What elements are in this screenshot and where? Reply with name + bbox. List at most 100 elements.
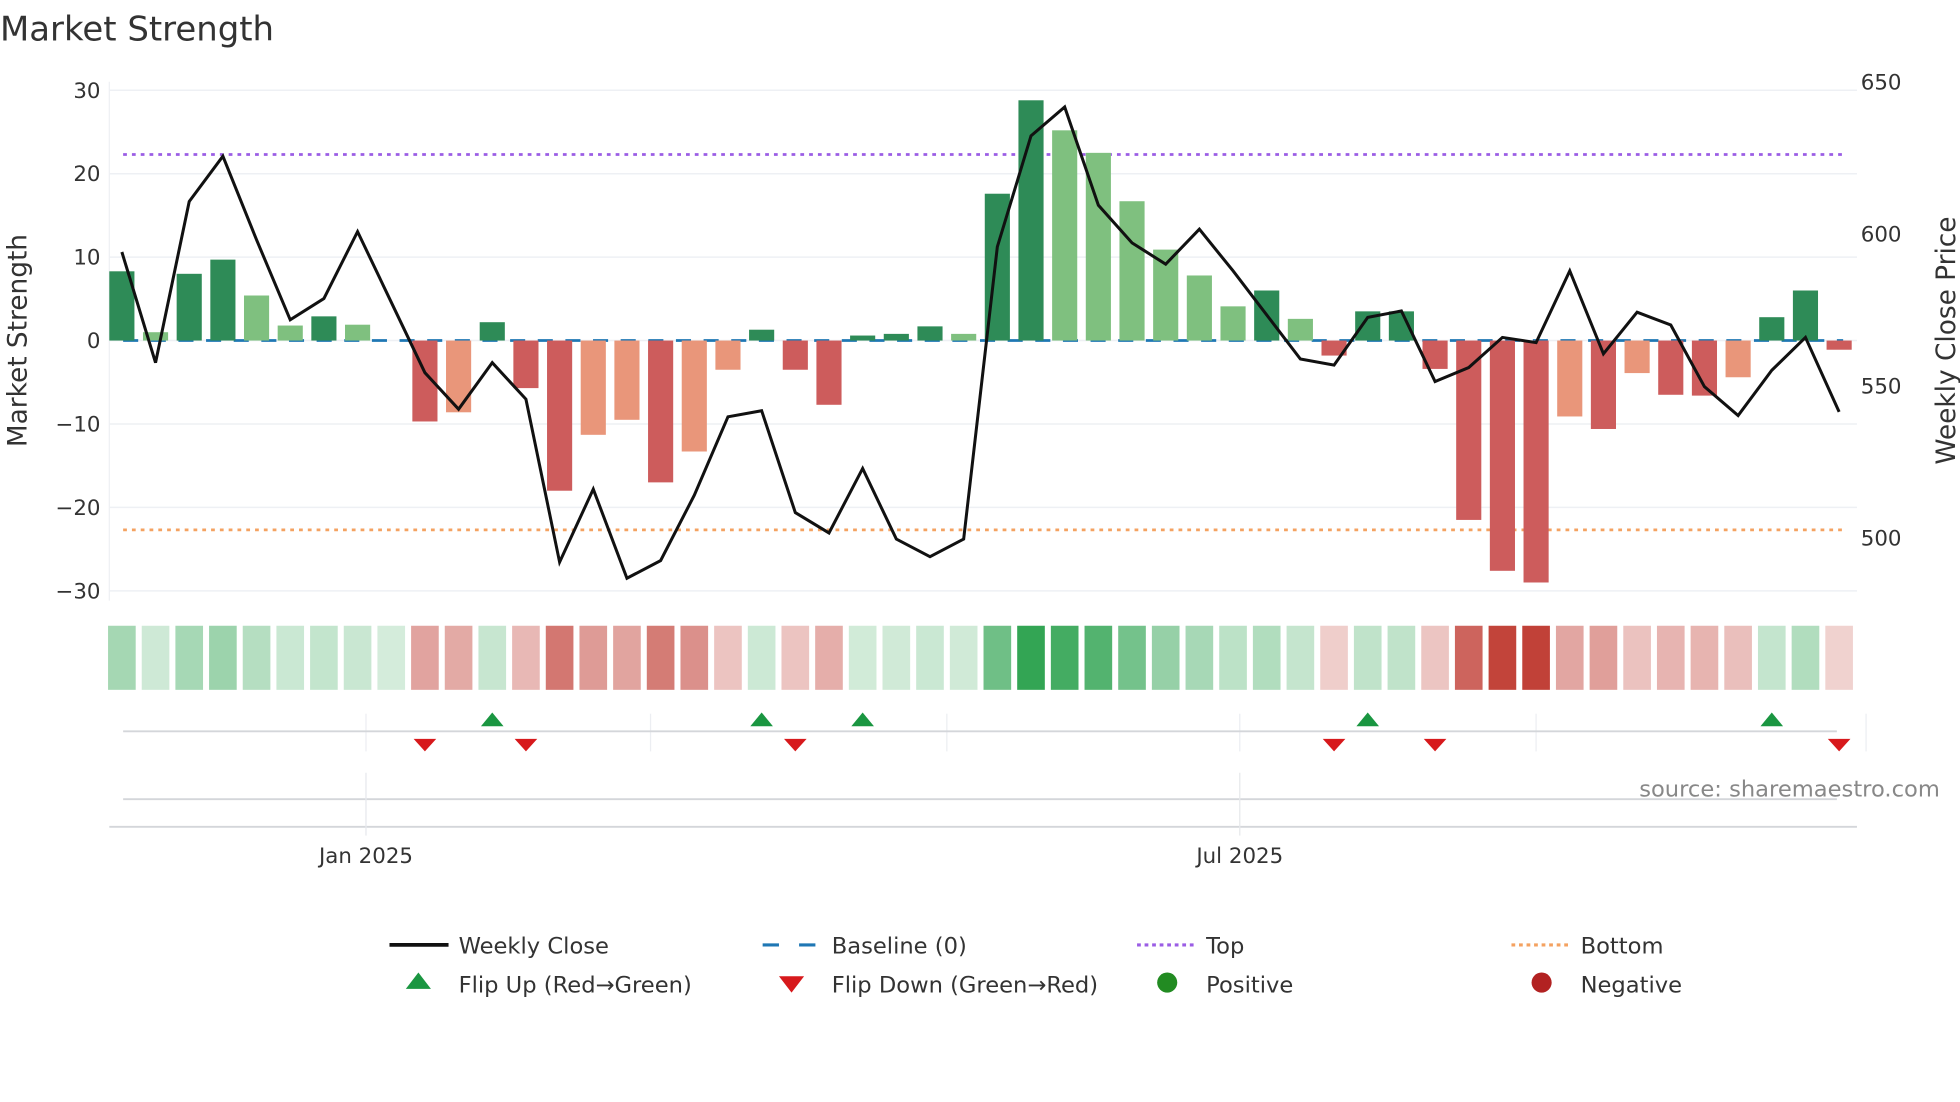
strength-bar [1186, 275, 1212, 341]
y2-tick-label: 650 [1861, 70, 1902, 95]
y-tick-label: 20 [73, 162, 100, 187]
strength-bar [1557, 340, 1583, 417]
strength-heat-cell [1050, 625, 1079, 690]
strength-heat-cell [714, 625, 742, 690]
strength-bar [715, 340, 741, 370]
source-label: source: sharemaestro.com [1639, 777, 1940, 803]
strength-bar [681, 340, 707, 452]
strength-bar [648, 340, 674, 483]
flip-down-marker [514, 738, 538, 752]
strength-bar [345, 324, 371, 341]
strength-heat-cell [1353, 625, 1382, 690]
flip-down-marker [1827, 738, 1851, 752]
strength-heat-cell [1084, 625, 1113, 690]
triangle-up-icon [405, 972, 431, 989]
strength-bar [816, 340, 842, 405]
strength-heat-cell [781, 625, 810, 690]
strength-heat-cell [1555, 625, 1584, 690]
y-tick-label: 30 [73, 79, 100, 104]
strength-bar [850, 335, 876, 341]
strength-bar [1658, 340, 1684, 395]
flip-down-marker [413, 738, 437, 752]
strength-heat-cell [1118, 625, 1146, 690]
strength-heat-cell [411, 625, 439, 690]
y-tick-label: −30 [55, 579, 100, 604]
triangle-down-icon [778, 976, 805, 993]
strength-heat-cell [815, 625, 843, 690]
strength-heat-cell [882, 625, 911, 690]
strength-heat-cell [848, 625, 877, 690]
strength-heat-cell [343, 625, 372, 690]
x-tick-label: Jul 2025 [1194, 844, 1283, 869]
strength-bar [951, 333, 977, 341]
flip-up-marker [851, 712, 874, 727]
strength-heat-cell [310, 625, 338, 690]
strength-bar [1792, 290, 1819, 341]
strength-bar [1759, 317, 1785, 341]
strength-heat-cell [613, 625, 641, 690]
strength-heat-cell [242, 625, 271, 690]
strength-heat-cell [1252, 625, 1281, 690]
strength-bar [311, 316, 337, 341]
strength-heat-cell [1320, 625, 1348, 690]
strength-heat-cell [175, 625, 204, 690]
strength-heat-cell [1454, 625, 1483, 690]
flip-down-marker [1423, 738, 1447, 752]
strength-bar [243, 295, 270, 341]
y-tick-label: 0 [87, 329, 101, 354]
strength-heat-cell [276, 625, 305, 690]
flip-down-marker [784, 738, 807, 752]
y-tick-label: 10 [73, 246, 100, 271]
y2-tick-label: 600 [1861, 222, 1902, 247]
strength-heat-cell [1623, 625, 1651, 690]
y-axis-label: Market Strength [3, 234, 33, 447]
chart-title: Market Strength [0, 9, 274, 48]
strength-bar [1489, 340, 1515, 571]
y2-axis-label: Weekly Close Price [1932, 216, 1960, 464]
strength-heat-cell [1488, 625, 1517, 690]
flip-up-marker [480, 712, 504, 727]
strength-bar [1624, 340, 1650, 374]
y-tick-label: −10 [55, 413, 100, 438]
strength-bar [1052, 130, 1078, 341]
strength-bar [479, 322, 505, 341]
strength-bar [1725, 340, 1751, 378]
strength-heat-cell [209, 625, 237, 690]
flip-down-marker [1322, 738, 1346, 752]
strength-bar [1287, 318, 1313, 341]
legend-label: Weekly Close [459, 934, 609, 960]
strength-heat-cell [478, 625, 507, 690]
strength-heat-cell [1017, 625, 1045, 690]
strength-bar [547, 340, 573, 491]
circle-icon [1531, 972, 1552, 993]
strength-heat-cell [747, 625, 776, 690]
y2-tick-label: 550 [1861, 374, 1902, 399]
strength-heat-cell [1219, 625, 1247, 690]
strength-heat-cell [1656, 625, 1685, 690]
strength-bar [580, 340, 606, 435]
strength-heat-cell [1791, 625, 1820, 690]
flip-up-marker [1356, 712, 1380, 727]
strength-heat-cell [949, 625, 978, 690]
legend: Weekly Close Baseline (0) Top Bottom Flip Up… [389, 934, 1682, 999]
strength-heat-cell [579, 625, 608, 690]
strength-heat-cell [1151, 625, 1180, 690]
strength-heat-cell [1387, 625, 1416, 690]
strength-heat-cell [1185, 625, 1214, 690]
strength-bar [614, 340, 640, 420]
strength-bar [210, 259, 236, 341]
strength-heat-cell [141, 625, 170, 690]
legend-label: Positive [1206, 973, 1293, 999]
strength-bar [1220, 306, 1246, 341]
strength-bar [513, 340, 539, 389]
flip-up-marker [1760, 712, 1784, 727]
strength-heat-cell [983, 625, 1012, 690]
strength-heat-cell [1690, 625, 1719, 690]
legend-label: Baseline (0) [832, 934, 967, 960]
strength-bar [917, 326, 943, 341]
strength-bar [176, 273, 202, 341]
strength-heat-cell [916, 625, 944, 690]
y2-tick-label: 500 [1861, 526, 1902, 551]
strength-bar [1826, 340, 1852, 350]
strength-heat-cell [646, 625, 675, 690]
